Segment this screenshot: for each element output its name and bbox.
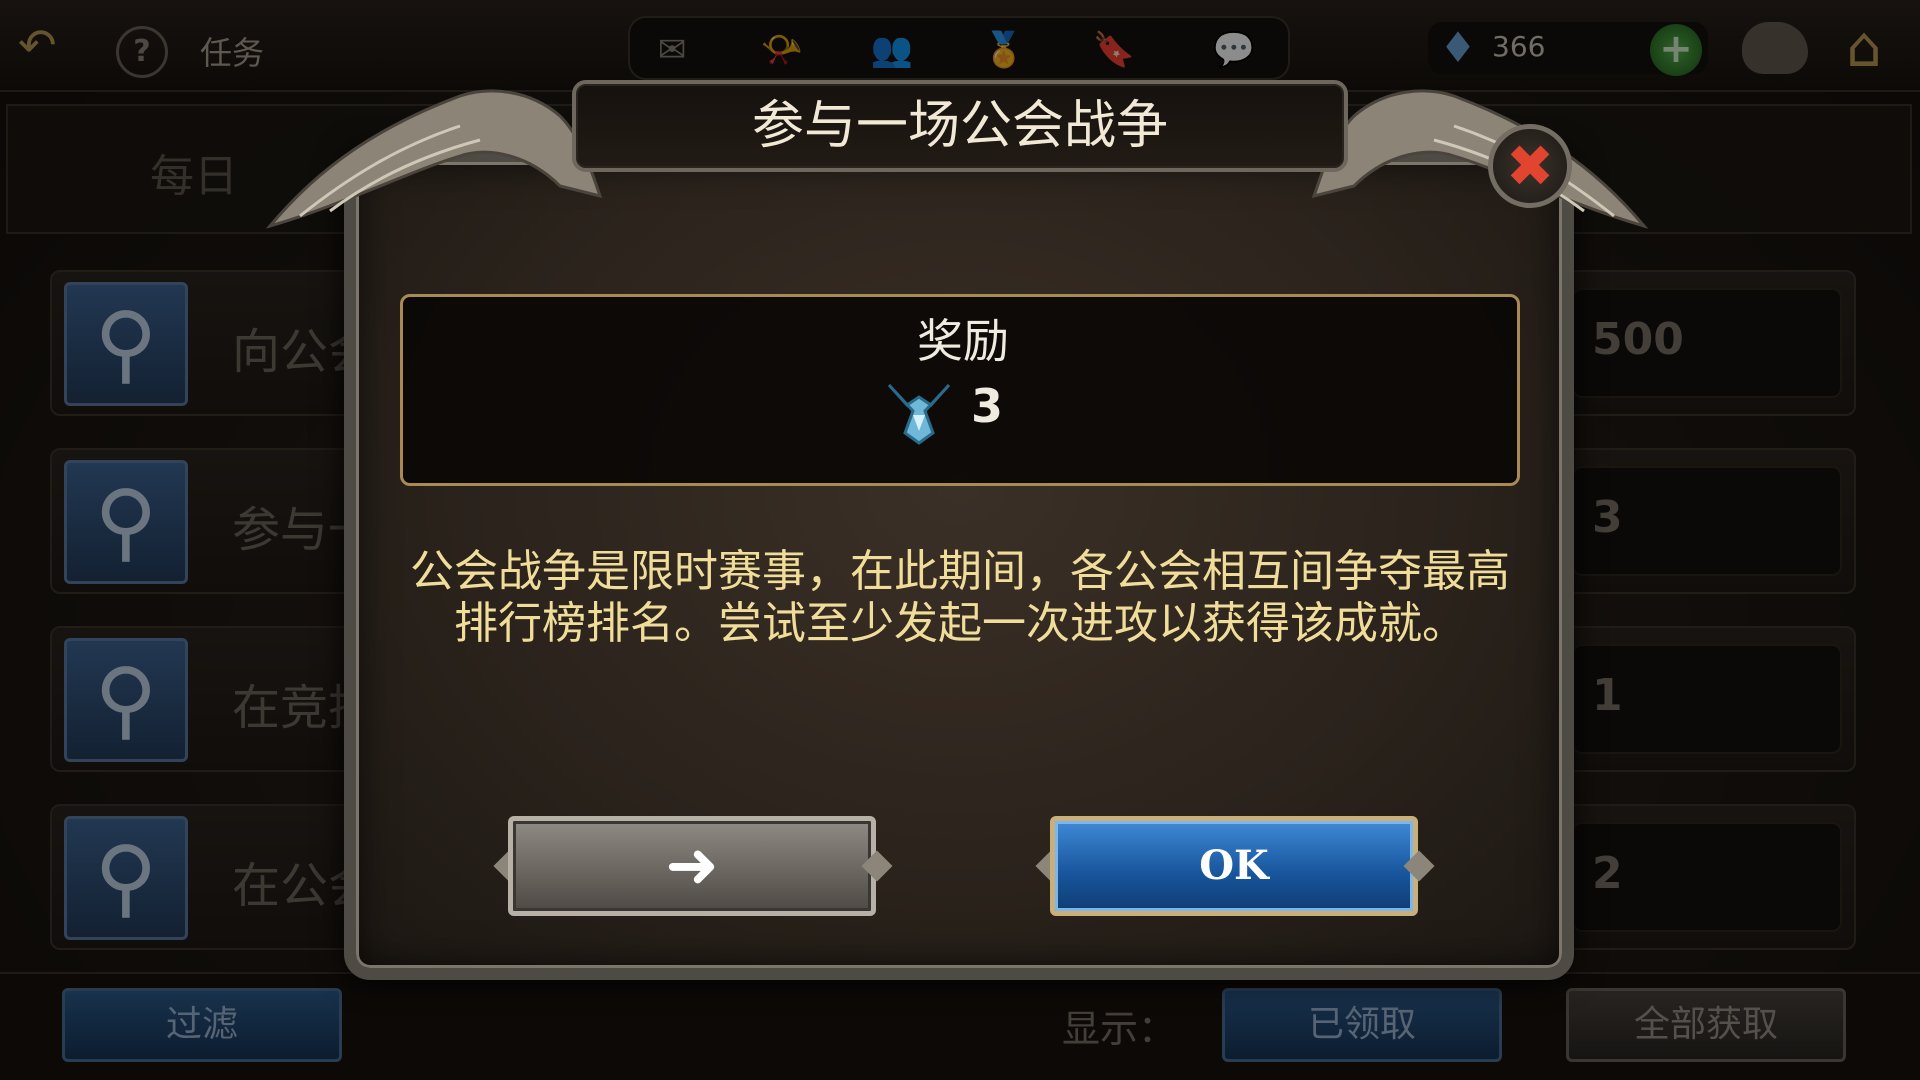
close-icon[interactable]: ✖ — [1493, 129, 1567, 203]
ok-button-label: OK — [1199, 842, 1269, 889]
dialog-title: 参与一场公会战争 — [751, 96, 1168, 156]
guild-emblem-icon — [887, 383, 951, 445]
left-dragon-ornament — [265, 89, 603, 229]
arrow-right-icon: ➜ — [665, 829, 719, 903]
achievement-description: 公会战争是限时赛事，在此期间，各公会相互间争夺最高排行榜排名。尝试至少发起一次进… — [410, 546, 1510, 649]
reward-label: 奖励 — [917, 314, 1009, 368]
ok-button[interactable]: OK — [1050, 816, 1418, 916]
goto-button[interactable]: ➜ — [508, 816, 876, 916]
reward-box: 奖励 3 — [400, 294, 1520, 486]
right-dragon-ornament — [1311, 89, 1649, 229]
close-button[interactable]: ✖ — [1488, 124, 1572, 208]
reward-count: 3 — [971, 379, 1004, 433]
